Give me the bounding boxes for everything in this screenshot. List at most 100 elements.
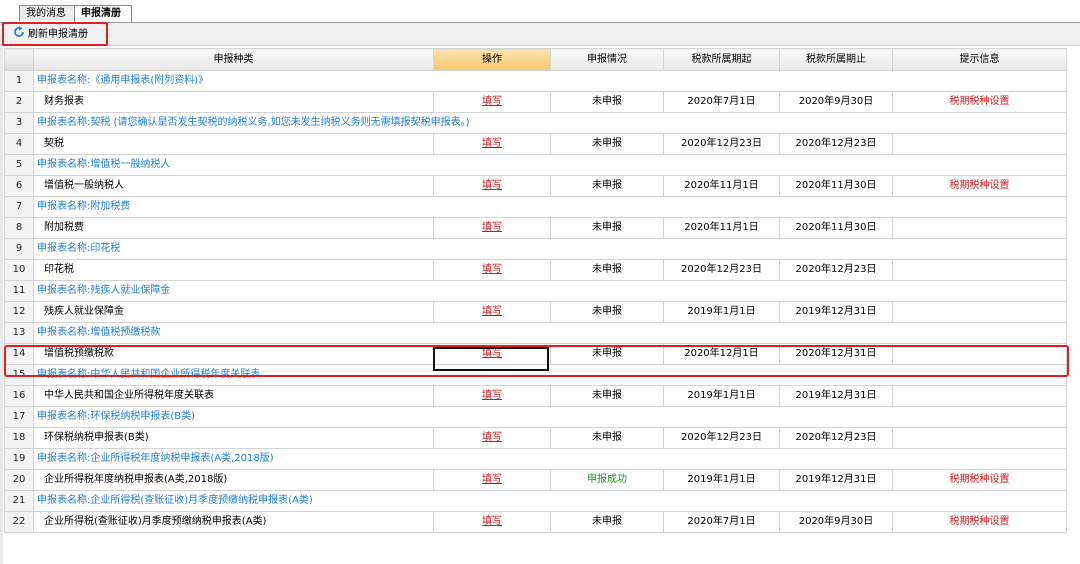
action-cell[interactable]: 填写 [433,469,551,491]
period-start-cell: 2020年7月1日 [663,91,780,113]
tip-cell: 税期税种设置 [892,511,1067,533]
declaration-name: 残疾人就业保障金 [33,301,434,323]
table-row[interactable]: 8 附加税费 填写 未申报 2020年11月1日 2020年11月30日 [4,217,1067,239]
declaration-name: 增值税一般纳税人 [33,175,434,197]
tip-cell [892,259,1067,281]
col-header-type[interactable]: 申报种类 [33,48,434,71]
tab-my-messages[interactable]: 我的消息 [19,5,75,21]
status-cell: 未申报 [550,385,664,407]
table-group-row[interactable]: 13 申报表名称:增值税预缴税款 [4,322,1067,344]
col-header-action[interactable]: 操作 [433,48,551,71]
group-title: 申报表名称:增值税一般纳税人 [33,154,1067,176]
action-cell[interactable]: 填写 [433,133,551,155]
table-group-row[interactable]: 9 申报表名称:印花税 [4,238,1067,260]
fill-link[interactable]: 填写 [482,264,502,275]
table-group-row[interactable]: 5 申报表名称:增值税一般纳税人 [4,154,1067,176]
fill-link[interactable]: 填写 [482,180,502,191]
table-row[interactable]: 20 企业所得税年度纳税申报表(A类,2018版) 填写 申报成功 2019年1月1日 2… [4,469,1067,491]
table-row[interactable]: 4 契税 填写 未申报 2020年12月23日 2020年12月23日 [4,133,1067,155]
table-group-row[interactable]: 17 申报表名称:环保税纳税申报表(B类) [4,406,1067,428]
row-number: 5 [4,154,34,176]
table-group-row[interactable]: 11 申报表名称:残疾人就业保障金 [4,280,1067,302]
fill-link[interactable]: 填写 [482,390,502,401]
status-cell: 未申报 [550,511,664,533]
row-number: 7 [4,196,34,218]
period-end-cell: 2019年12月31日 [779,385,893,407]
fill-link[interactable]: 填写 [482,516,502,527]
status-cell: 未申报 [550,175,664,197]
group-title: 申报表名称:环保税纳税申报表(B类) [33,406,1067,428]
status-cell: 未申报 [550,301,664,323]
row-number: 9 [4,238,34,260]
table-row[interactable]: 18 环保税纳税申报表(B类) 填写 未申报 2020年12月23日 2020年12月23… [4,427,1067,449]
tax-period-setting-link[interactable]: 税期税种设置 [950,180,1010,191]
row-number: 4 [4,133,34,155]
status-cell: 申报成功 [550,469,664,491]
row-number: 19 [4,448,34,470]
toolbar: 刷新申报清册 [0,23,1080,46]
action-cell[interactable]: 填写 [433,259,551,281]
row-number: 21 [4,490,34,512]
status-cell: 未申报 [550,427,664,449]
period-start-cell: 2020年12月23日 [663,259,780,281]
fill-link[interactable]: 填写 [482,432,502,443]
status-cell: 未申报 [550,133,664,155]
tax-period-setting-link[interactable]: 税期税种设置 [950,474,1010,485]
action-cell[interactable]: 填写 [433,385,551,407]
col-header-tip[interactable]: 提示信息 [892,48,1067,71]
group-title: 申报表名称:附加税费 [33,196,1067,218]
tax-period-setting-link[interactable]: 税期税种设置 [950,96,1010,107]
left-edge [0,48,3,564]
table-group-row[interactable]: 1 申报表名称:《通用申报表(附列资料)》 [4,70,1067,92]
table-group-row[interactable]: 19 申报表名称:企业所得税年度纳税申报表(A类,2018版) [4,448,1067,470]
row-number: 6 [4,175,34,197]
table-row[interactable]: 10 印花税 填写 未申报 2020年12月23日 2020年12月23日 [4,259,1067,281]
col-header-period-end[interactable]: 税款所属期止 [779,48,893,71]
period-end-cell: 2020年9月30日 [779,511,893,533]
group-title: 申报表名称:残疾人就业保障金 [33,280,1067,302]
period-start-cell: 2020年11月1日 [663,217,780,239]
highlight-box-refresh [2,22,108,46]
fill-link[interactable]: 填写 [482,306,502,317]
action-cell[interactable]: 填写 [433,91,551,113]
group-title: 申报表名称:契税 (请您确认是否发生契税的纳税义务,如您未发生纳税义务则无需填报… [33,112,1067,134]
status-cell: 未申报 [550,217,664,239]
table-row[interactable]: 6 增值税一般纳税人 填写 未申报 2020年11月1日 2020年11月30日 税期税种设… [4,175,1067,197]
action-cell[interactable]: 填写 [433,301,551,323]
tab-declaration-list[interactable]: 申报清册 [74,5,132,22]
period-start-cell: 2020年7月1日 [663,511,780,533]
tip-cell: 税期税种设置 [892,175,1067,197]
tax-period-setting-link[interactable]: 税期税种设置 [950,516,1010,527]
status-cell: 未申报 [550,91,664,113]
row-number: 10 [4,259,34,281]
period-end-cell: 2020年11月30日 [779,217,893,239]
row-number: 13 [4,322,34,344]
action-cell[interactable]: 填写 [433,217,551,239]
declaration-name: 财务报表 [33,91,434,113]
fill-link[interactable]: 填写 [482,138,502,149]
fill-link[interactable]: 填写 [482,474,502,485]
fill-link[interactable]: 填写 [482,96,502,107]
table-row[interactable]: 22 企业所得税(查账征收)月季度预缴纳税申报表(A类) 填写 未申报 2020年7月1… [4,511,1067,533]
declaration-name: 企业所得税(查账征收)月季度预缴纳税申报表(A类) [33,511,434,533]
row-number: 11 [4,280,34,302]
row-number: 16 [4,385,34,407]
action-cell[interactable]: 填写 [433,427,551,449]
action-cell[interactable]: 填写 [433,175,551,197]
fill-link[interactable]: 填写 [482,222,502,233]
col-header-period-start[interactable]: 税款所属期起 [663,48,780,71]
table-header-row: 申报种类 操作 申报情况 税款所属期起 税款所属期止 提示信息 [4,48,1067,71]
table-group-row[interactable]: 21 申报表名称:企业所得税(查账征收)月季度预缴纳税申报表(A类) [4,490,1067,512]
table-row[interactable]: 12 残疾人就业保障金 填写 未申报 2019年1月1日 2019年12月31日 [4,301,1067,323]
declaration-table: 申报种类 操作 申报情况 税款所属期起 税款所属期止 提示信息 1 申报表名称:《… [4,48,1067,533]
tip-cell: 税期税种设置 [892,91,1067,113]
action-cell[interactable]: 填写 [433,511,551,533]
table-group-row[interactable]: 7 申报表名称:附加税费 [4,196,1067,218]
tab-bar: 我的消息 申报清册 [0,0,1080,23]
table-row[interactable]: 16 中华人民共和国企业所得税年度关联表 填写 未申报 2019年1月1日 2019年12… [4,385,1067,407]
row-number: 22 [4,511,34,533]
table-row[interactable]: 2 财务报表 填写 未申报 2020年7月1日 2020年9月30日 税期税种设置 [4,91,1067,113]
table-group-row[interactable]: 3 申报表名称:契税 (请您确认是否发生契税的纳税义务,如您未发生纳税义务则无需填… [4,112,1067,134]
period-end-cell: 2020年12月23日 [779,427,893,449]
col-header-status[interactable]: 申报情况 [550,48,664,71]
